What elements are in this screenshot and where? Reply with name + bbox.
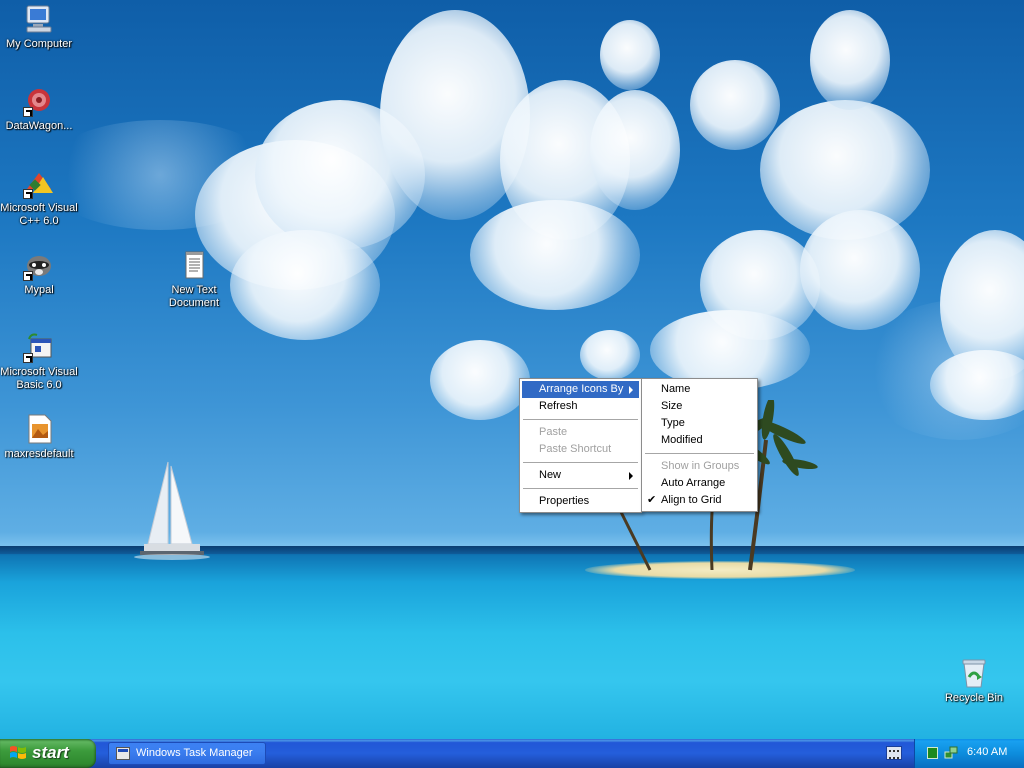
desktop-icon-mypal[interactable]: Mypal	[0, 249, 78, 297]
desktop-icon-recycle-bin[interactable]: Recycle Bin	[935, 657, 1013, 705]
desktop-context-menu: Arrange Icons By Refresh Paste Paste Sho…	[519, 378, 642, 513]
menu-item-label: Align to Grid	[661, 494, 722, 506]
desktop-icon-my-computer[interactable]: My Computer	[0, 3, 78, 51]
taskbar: start Windows Task Manager 6:40 AM	[0, 739, 1024, 768]
text-document-icon	[178, 249, 210, 281]
menu-item-paste[interactable]: Paste	[522, 424, 639, 441]
submenu-item-show-in-groups[interactable]: Show in Groups	[644, 458, 755, 475]
menu-item-label: Refresh	[539, 400, 578, 412]
menu-item-paste-shortcut[interactable]: Paste Shortcut	[522, 441, 639, 458]
cloud	[690, 60, 780, 150]
taskbar-button-label: Windows Task Manager	[136, 747, 253, 759]
menu-item-refresh[interactable]: Refresh	[522, 398, 639, 415]
menu-item-label: Name	[661, 383, 691, 395]
desktop-icon-visual-basic[interactable]: Microsoft Visual Basic 6.0	[0, 331, 78, 392]
cloud	[590, 90, 680, 210]
recycle-bin-icon	[958, 657, 990, 689]
start-label: start	[32, 743, 69, 762]
menu-item-label: Arrange Icons By	[539, 383, 624, 395]
menu-separator	[523, 419, 638, 420]
computer-icon	[23, 3, 55, 35]
cloud	[810, 10, 890, 110]
menu-item-label: Size	[661, 400, 683, 412]
sailboat-image	[134, 461, 210, 560]
menu-item-label: Properties	[539, 495, 590, 507]
submenu-item-modified[interactable]: Modified	[644, 432, 755, 449]
shortcut-arrow-icon	[23, 189, 33, 199]
keyboard-icon[interactable]	[886, 746, 902, 760]
menu-item-arrange-icons-by[interactable]: Arrange Icons By	[522, 381, 639, 398]
tray-app-icon[interactable]	[927, 747, 938, 759]
taskbar-button-task-manager[interactable]: Windows Task Manager	[108, 742, 266, 765]
ocean	[0, 548, 1024, 739]
icon-label: My Computer	[5, 38, 73, 50]
menu-item-label: Type	[661, 417, 685, 429]
task-manager-icon	[116, 747, 130, 760]
visual-cpp-icon	[23, 167, 55, 199]
menu-item-label: Show in Groups	[661, 460, 740, 472]
cloud	[430, 340, 530, 420]
shortcut-arrow-icon	[23, 271, 33, 281]
submenu-item-name[interactable]: Name	[644, 381, 755, 398]
icon-label: DataWagon...	[5, 120, 73, 132]
submenu-arrow-icon	[629, 472, 633, 480]
network-icon[interactable]	[944, 746, 958, 760]
menu-item-label: Paste	[539, 426, 568, 438]
clock[interactable]: 6:40 AM	[967, 746, 1007, 758]
shortcut-arrow-icon	[23, 353, 33, 363]
menu-item-new[interactable]: New	[522, 467, 639, 484]
desktop-icon-new-text-document[interactable]: New Text Document	[155, 249, 233, 310]
checkmark-icon: ✔	[647, 494, 657, 506]
visual-basic-icon	[23, 331, 55, 363]
start-button[interactable]: start	[0, 739, 96, 768]
menu-item-properties[interactable]: Properties	[522, 493, 639, 510]
cloud	[580, 330, 640, 380]
menu-item-label: Auto Arrange	[661, 477, 726, 489]
desktop-icon-visual-cpp[interactable]: Microsoft Visual C++ 6.0	[0, 167, 78, 228]
menu-item-label: Modified	[661, 434, 703, 446]
menu-item-label: New	[539, 469, 562, 481]
menu-separator	[523, 488, 638, 489]
icon-label: Mypal	[24, 284, 54, 296]
submenu-arrow-icon	[629, 386, 633, 394]
submenu-item-align-to-grid[interactable]: ✔ Align to Grid	[644, 492, 755, 509]
submenu-item-auto-arrange[interactable]: Auto Arrange	[644, 475, 755, 492]
desktop-icon-datawagon[interactable]: DataWagon...	[0, 85, 78, 133]
arrange-icons-submenu: Name Size Type Modified Show in Groups A…	[641, 378, 758, 512]
cloud	[230, 230, 380, 340]
image-file-icon	[23, 413, 55, 445]
submenu-item-size[interactable]: Size	[644, 398, 755, 415]
menu-separator	[523, 462, 638, 463]
desktop-wallpaper[interactable]: My Computer DataWagon... Microsoft Visua…	[0, 0, 1024, 739]
mypal-raccoon-icon	[23, 249, 55, 281]
submenu-item-type[interactable]: Type	[644, 415, 755, 432]
datawagon-icon	[23, 85, 55, 117]
system-tray: 6:40 AM	[914, 739, 1024, 768]
cloud	[800, 210, 920, 330]
windows-logo-icon	[10, 746, 26, 759]
shortcut-arrow-icon	[23, 107, 33, 117]
cloud	[600, 20, 660, 90]
icon-label: Microsoft Visual C++ 6.0	[0, 202, 78, 227]
icon-label: maxresdefault	[4, 448, 74, 460]
menu-item-label: Paste Shortcut	[539, 443, 612, 455]
icon-label: Recycle Bin	[944, 692, 1004, 704]
menu-separator	[645, 453, 754, 454]
cloud	[470, 200, 640, 310]
icon-label: New Text Document	[168, 284, 220, 309]
desktop-icon-maxresdefault[interactable]: maxresdefault	[0, 413, 78, 461]
icon-label: Microsoft Visual Basic 6.0	[0, 366, 78, 391]
